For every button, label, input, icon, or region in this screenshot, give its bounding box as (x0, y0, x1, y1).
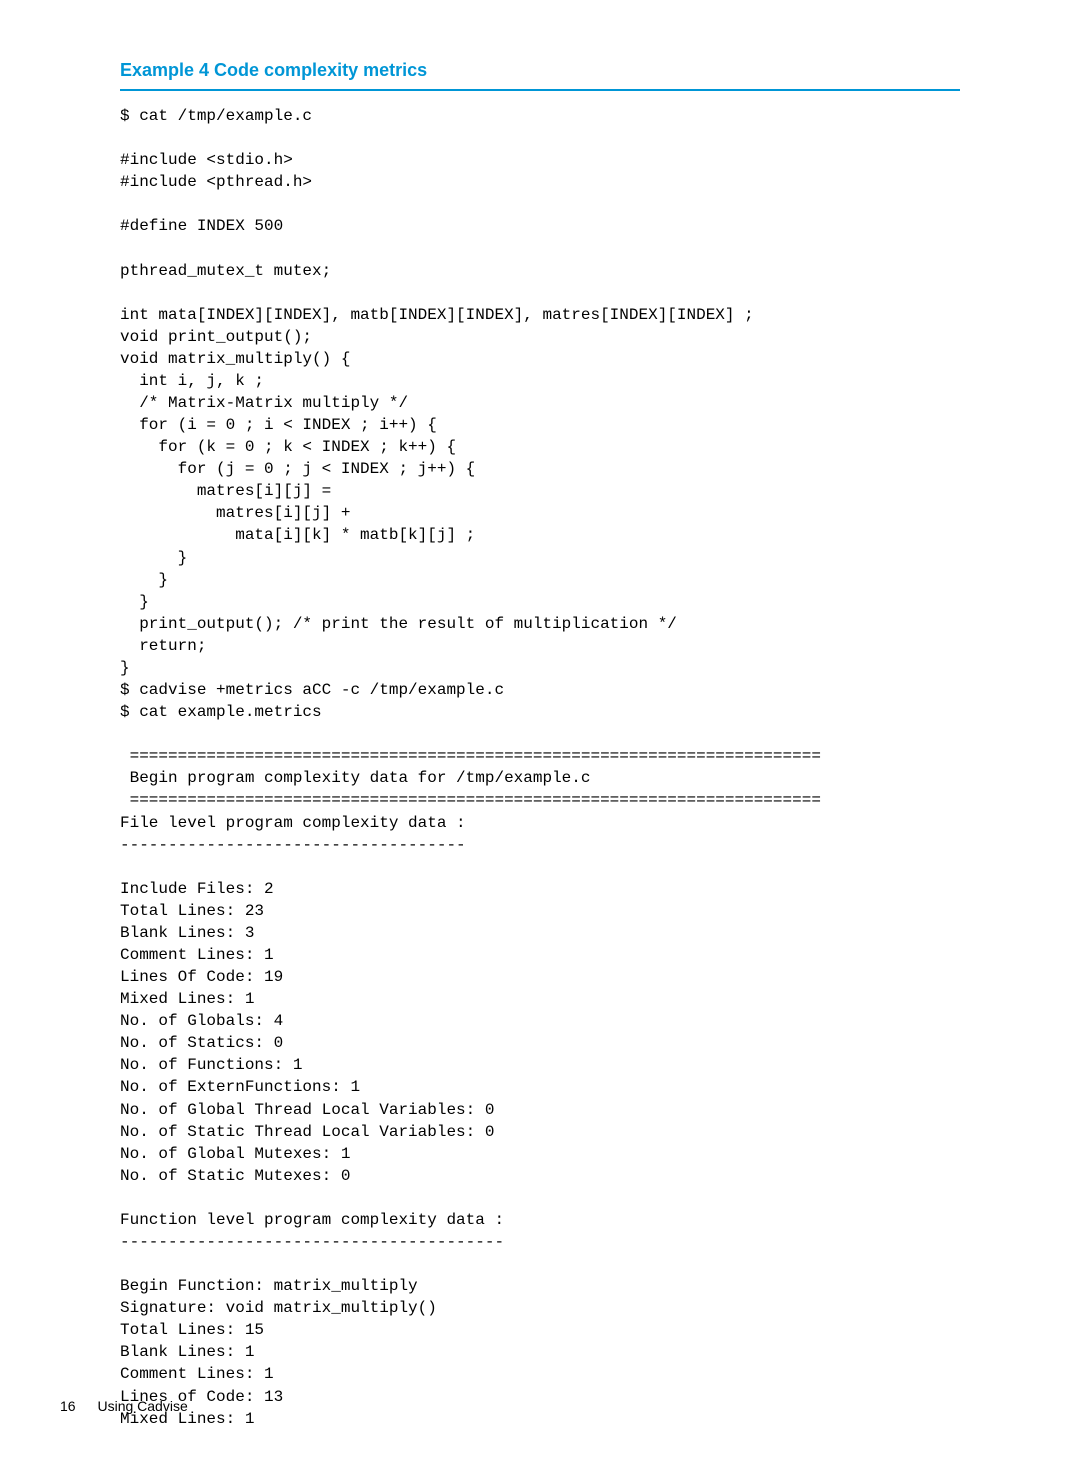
page-footer: 16 Using Cadvise (60, 1398, 188, 1414)
code-block: $ cat /tmp/example.c #include <stdio.h> … (120, 105, 960, 1430)
title-divider (120, 89, 960, 91)
example-title: Example 4 Code complexity metrics (120, 60, 960, 81)
document-page: Example 4 Code complexity metrics $ cat … (0, 0, 1080, 1470)
page-number: 16 (60, 1398, 76, 1414)
section-name: Using Cadvise (97, 1398, 187, 1414)
